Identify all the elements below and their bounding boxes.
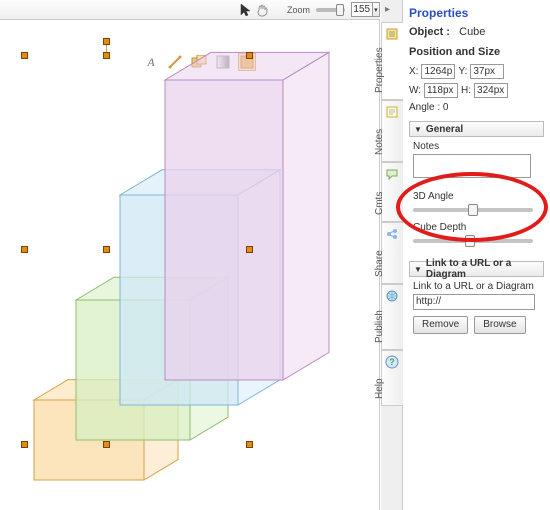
tab-label: Cmts <box>374 192 385 215</box>
object-label: Object : <box>409 26 450 38</box>
properties-icon <box>385 27 399 41</box>
angle3d-thumb[interactable] <box>468 204 478 216</box>
chevron-down-icon: ▼ <box>414 125 422 134</box>
tab-publish[interactable]: Publish <box>381 284 403 350</box>
center-handle[interactable] <box>103 246 110 253</box>
x-input[interactable]: 1264p <box>421 64 455 79</box>
link-content: Link to a URL or a Diagram http:// Remov… <box>409 277 544 338</box>
zoom-slider[interactable] <box>316 8 345 12</box>
link-accordion-header[interactable]: ▼ Link to a URL or a Diagram <box>409 261 544 277</box>
angle-row: Angle : 0 <box>409 102 544 113</box>
pan-tool-button[interactable] <box>255 2 269 18</box>
y-label: Y: <box>458 66 467 77</box>
w-label: W: <box>409 85 421 96</box>
h-input[interactable]: 324px <box>474 83 508 98</box>
general-content: Notes 3D Angle Cube Depth <box>409 137 544 257</box>
share-icon <box>385 227 399 241</box>
tab-label: Properties <box>374 47 385 93</box>
angle3d-label: 3D Angle <box>413 191 544 202</box>
remove-button[interactable]: Remove <box>413 316 468 334</box>
resize-handle-s[interactable] <box>103 441 110 448</box>
panel-title: Properties <box>409 6 544 20</box>
depth-label: Cube Depth <box>413 222 544 233</box>
notes-icon <box>385 105 399 119</box>
size-row: W: 118px H: 324px <box>409 83 544 98</box>
tab-properties[interactable]: Properties <box>381 22 403 100</box>
position-row: X: 1264p Y: 37px <box>409 64 544 79</box>
w-input[interactable]: 118px <box>424 83 458 98</box>
side-tab-strip: ▸ Properties Notes Cmts Share Publish ? … <box>381 0 403 510</box>
general-accordion-header[interactable]: ▼ General <box>409 121 544 137</box>
notes-textarea[interactable] <box>413 154 531 178</box>
tab-label: Help <box>374 378 385 399</box>
panel-collapse-icon[interactable]: ▸ <box>385 4 390 15</box>
properties-panel: Properties Object : Cube Position and Si… <box>403 0 550 510</box>
general-header-label: General <box>426 124 463 135</box>
canvas[interactable]: A <box>0 20 380 510</box>
position-size-title: Position and Size <box>409 46 544 58</box>
zoom-dropdown-button[interactable]: ▾ <box>373 2 380 17</box>
h-label: H: <box>461 85 471 96</box>
tab-notes[interactable]: Notes <box>381 100 403 162</box>
resize-handle-se[interactable] <box>246 441 253 448</box>
select-tool-button[interactable] <box>240 2 251 18</box>
object-value: Cube <box>459 26 485 38</box>
selection-bounds <box>25 56 249 444</box>
x-label: X: <box>409 66 418 77</box>
resize-handle-sw[interactable] <box>21 441 28 448</box>
svg-text:?: ? <box>389 357 395 367</box>
link-label: Link to a URL or a Diagram <box>413 281 544 292</box>
tab-share[interactable]: Share <box>381 222 403 284</box>
tab-comments[interactable]: Cmts <box>381 162 403 222</box>
resize-handle-e[interactable] <box>246 246 253 253</box>
zoom-label: Zoom <box>287 5 310 15</box>
resize-handle-ne[interactable] <box>246 52 253 59</box>
tab-label: Publish <box>374 310 385 343</box>
resize-handle-n[interactable] <box>103 52 110 59</box>
comments-icon <box>385 167 399 181</box>
notes-label: Notes <box>413 141 544 152</box>
y-input[interactable]: 37px <box>470 64 504 79</box>
help-icon: ? <box>385 355 399 369</box>
depth-thumb[interactable] <box>465 235 475 247</box>
zoom-slider-thumb[interactable] <box>336 4 344 16</box>
publish-icon <box>385 289 399 303</box>
tab-help[interactable]: ? Help <box>381 350 403 406</box>
link-header-label: Link to a URL or a Diagram <box>426 258 543 280</box>
link-url-input[interactable]: http:// <box>413 294 535 310</box>
resize-handle-w[interactable] <box>21 246 28 253</box>
browse-button[interactable]: Browse <box>474 316 525 334</box>
tab-label: Notes <box>374 129 385 155</box>
zoom-value-input[interactable]: 155 <box>351 2 373 17</box>
angle3d-slider[interactable] <box>413 208 533 212</box>
depth-slider[interactable] <box>413 239 533 243</box>
chevron-down-icon: ▼ <box>414 265 422 274</box>
tab-label: Share <box>374 250 385 277</box>
object-row: Object : Cube <box>409 26 544 38</box>
rotate-handle[interactable] <box>103 38 110 45</box>
resize-handle-nw[interactable] <box>21 52 28 59</box>
top-toolbar: Zoom 155 ▾ <box>0 0 380 20</box>
